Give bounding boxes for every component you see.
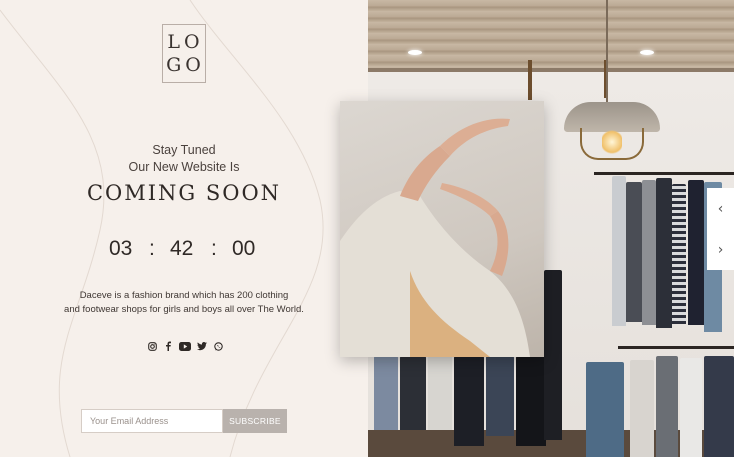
slider-prev-button[interactable]: ‹: [707, 188, 734, 229]
slider-next-button[interactable]: ›: [707, 229, 734, 270]
chevron-left-icon: ‹: [717, 200, 724, 217]
facebook-icon[interactable]: [163, 341, 173, 351]
description-line-2: and footwear shops for girls and boys al…: [64, 304, 304, 315]
subscribe-button[interactable]: SUBSCRIBE: [223, 409, 287, 433]
logo-line-1: LO: [167, 31, 204, 53]
newsletter-form: SUBSCRIBE: [81, 409, 287, 433]
ceiling: [368, 0, 734, 70]
brand-description: Daceve is a fashion brand which has 200 …: [40, 289, 328, 317]
countdown-timer: 03 : 42 : 00: [100, 237, 268, 265]
clothing-rail: [618, 346, 734, 349]
description-line-1: Daceve is a fashion brand which has 200 …: [79, 290, 289, 301]
raised-arms-image: [340, 118, 530, 357]
hanging-hook: [528, 60, 532, 100]
ceiling-light: [408, 50, 422, 55]
countdown-minutes: 42: [170, 237, 194, 260]
logo-line-2: GO: [166, 54, 205, 76]
youtube-icon[interactable]: [179, 341, 191, 351]
clothing-rail: [594, 172, 734, 175]
instagram-icon[interactable]: [147, 341, 157, 351]
countdown-hours: 03: [109, 237, 133, 260]
countdown-separator: :: [149, 237, 155, 260]
countdown-seconds: 00: [232, 237, 256, 260]
ceiling-light: [640, 50, 654, 55]
email-field[interactable]: [81, 409, 223, 433]
lamp-cord: [606, 0, 608, 104]
social-links: [147, 340, 223, 352]
lamp-bulb: [602, 128, 622, 156]
page-title: COMING SOON: [86, 181, 282, 205]
featured-image: [340, 101, 544, 357]
twitter-icon[interactable]: [197, 341, 207, 351]
tagline-line-2: Our New Website Is: [128, 160, 240, 174]
landing-panel: LO GO Stay Tuned Our New Website Is COMI…: [0, 0, 368, 457]
countdown-separator: :: [211, 237, 217, 260]
tagline-line-1: Stay Tuned: [152, 143, 216, 157]
slider-nav: ‹ ›: [707, 188, 734, 270]
logo[interactable]: LO GO: [162, 24, 206, 83]
whatsapp-icon[interactable]: [213, 341, 223, 351]
chevron-right-icon: ›: [717, 241, 724, 258]
